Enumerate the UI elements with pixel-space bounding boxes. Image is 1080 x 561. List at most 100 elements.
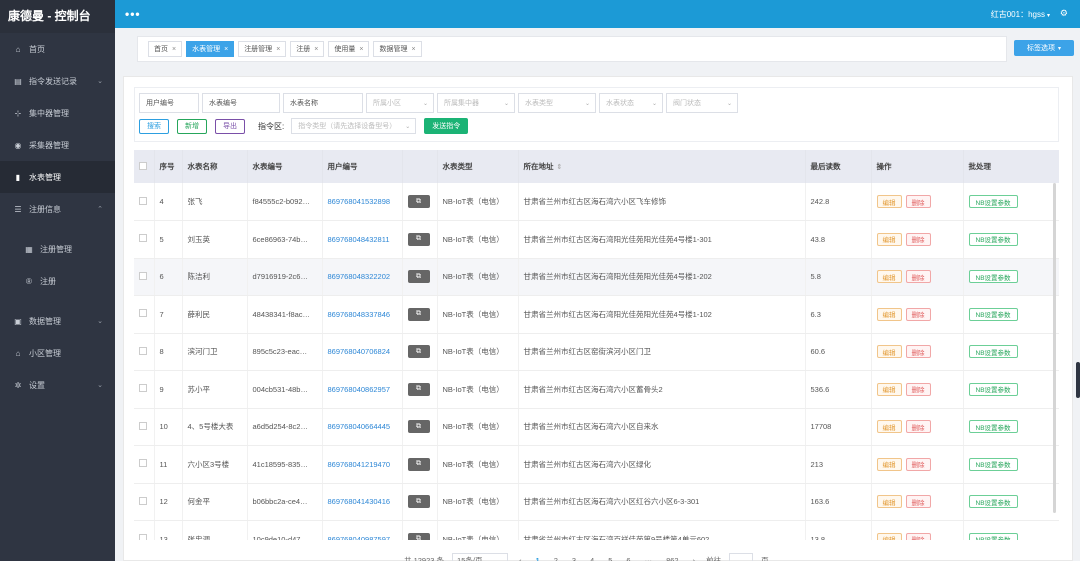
user-no-link[interactable]: 869768048337846 (328, 310, 391, 319)
page-number[interactable]: ··· (642, 556, 656, 561)
checkbox[interactable] (139, 384, 147, 393)
page-number[interactable]: 1 (533, 556, 543, 561)
delete-button[interactable]: 删除 (905, 382, 931, 396)
delete-button[interactable]: 删除 (905, 345, 931, 359)
page-number[interactable]: 5 (605, 556, 615, 561)
edit-button[interactable]: 编辑 (876, 232, 902, 246)
command-select[interactable]: 指令类型（请先选择设备型号） ⌄ (291, 118, 417, 134)
close-icon[interactable]: × (314, 46, 318, 53)
checkbox[interactable] (139, 346, 147, 355)
nb-settings-button[interactable]: NB设置参数 (968, 270, 1018, 284)
filter-field-3[interactable]: 所属小区 ⌄ (366, 93, 434, 113)
edit-button[interactable]: 编辑 (876, 495, 902, 509)
sidebar-item-8[interactable]: ▣ 数据管理 ⌄ (0, 305, 115, 337)
copy-icon[interactable]: ⧉ (407, 270, 430, 284)
select-all-checkbox[interactable] (134, 150, 155, 183)
menu-toggle-icon[interactable]: ••• (125, 7, 141, 21)
tab-3[interactable]: 注册 × (290, 41, 325, 57)
tab-1[interactable]: 水表管理 × (186, 41, 235, 57)
filter-field-5[interactable]: 水表类型 ⌄ (518, 93, 596, 113)
close-icon[interactable]: × (172, 46, 176, 53)
nb-settings-button[interactable]: NB设置参数 (968, 457, 1018, 471)
user-menu[interactable]: 红古001：hgss ▾ (991, 9, 1050, 20)
row-checkbox[interactable] (134, 220, 155, 259)
filter-field-1[interactable]: 水表编号 (202, 93, 280, 113)
checkbox[interactable] (139, 234, 147, 243)
sidebar-item-6[interactable]: ▦ 注册管理 (0, 233, 115, 265)
table-scrollbar[interactable] (1053, 183, 1056, 513)
user-no-link[interactable]: 869768040987597 (328, 535, 391, 540)
add-button[interactable]: 新增 (177, 118, 207, 134)
delete-button[interactable]: 删除 (905, 232, 931, 246)
delete-button[interactable]: 删除 (905, 195, 931, 208)
row-checkbox[interactable] (134, 520, 155, 540)
next-page-button[interactable]: › (690, 556, 699, 561)
edit-button[interactable]: 编辑 (876, 345, 902, 359)
copy-icon[interactable]: ⧉ (407, 457, 430, 471)
sort-icon[interactable]: ⇕ (557, 164, 563, 171)
sidebar-item-9[interactable]: ⌂ 小区管理 (0, 337, 115, 369)
sidebar-item-7[interactable]: ® 注册 (0, 265, 115, 297)
edit-button[interactable]: 编辑 (876, 420, 902, 434)
filter-field-7[interactable]: 阀门状态 ⌄ (666, 93, 738, 113)
nb-settings-button[interactable]: NB设置参数 (968, 195, 1018, 208)
delete-button[interactable]: 删除 (905, 532, 931, 540)
delete-button[interactable]: 删除 (905, 420, 931, 434)
user-no-link[interactable]: 869768048322202 (328, 272, 391, 281)
prev-page-button[interactable]: ‹ (516, 556, 525, 561)
close-icon[interactable]: × (224, 46, 228, 53)
filter-field-2[interactable]: 水表名称 (283, 93, 363, 113)
goto-input[interactable] (729, 553, 754, 561)
row-checkbox[interactable] (134, 295, 155, 334)
edit-button[interactable]: 编辑 (876, 270, 902, 284)
copy-icon[interactable]: ⧉ (407, 495, 430, 509)
col-header-address[interactable]: 所在地址 ⇕ (518, 150, 806, 183)
side-drawer-handle[interactable] (1076, 362, 1080, 398)
sidebar-item-4[interactable]: ▮ 水表管理 (0, 161, 115, 193)
checkbox[interactable] (139, 196, 147, 205)
tab-4[interactable]: 使用量 × (328, 41, 370, 57)
filter-field-4[interactable]: 所属集中器 ⌄ (437, 93, 515, 113)
user-no-link[interactable]: 869768040664445 (328, 422, 391, 431)
user-no-link[interactable]: 869768040706824 (328, 347, 391, 356)
delete-button[interactable]: 删除 (905, 307, 931, 321)
row-checkbox[interactable] (134, 483, 155, 521)
close-icon[interactable]: × (359, 46, 363, 53)
nb-settings-button[interactable]: NB设置参数 (968, 382, 1018, 396)
checkbox[interactable] (139, 421, 147, 430)
page-number[interactable]: 3 (569, 556, 579, 561)
delete-button[interactable]: 删除 (905, 495, 931, 509)
user-no-link[interactable]: 869768041430416 (328, 497, 391, 506)
delete-button[interactable]: 删除 (905, 457, 931, 471)
search-button[interactable]: 搜索 (139, 118, 169, 134)
delete-button[interactable]: 删除 (905, 270, 931, 284)
copy-icon[interactable]: ⧉ (407, 345, 430, 359)
sidebar-item-10[interactable]: ✲ 设置 ⌄ (0, 369, 115, 401)
nb-settings-button[interactable]: NB设置参数 (968, 345, 1018, 359)
user-no-link[interactable]: 869768041219470 (328, 460, 391, 469)
row-checkbox[interactable] (134, 258, 155, 296)
page-number[interactable]: 6 (623, 556, 633, 561)
export-button[interactable]: 导出 (215, 118, 245, 134)
nb-settings-button[interactable]: NB设置参数 (968, 495, 1018, 509)
copy-icon[interactable]: ⧉ (407, 382, 430, 396)
checkbox[interactable] (139, 534, 147, 540)
send-command-button[interactable]: 发送指令 (424, 118, 469, 134)
tab-5[interactable]: 数据管理 × (373, 41, 422, 57)
edit-button[interactable]: 编辑 (876, 382, 902, 396)
sidebar-item-2[interactable]: ⊹ 集中器管理 (0, 97, 115, 129)
user-no-link[interactable]: 869768041532898 (328, 197, 391, 206)
tag-options-button[interactable]: 标签选项 ▾ (1014, 40, 1074, 56)
page-number[interactable]: 862 (663, 556, 682, 561)
copy-icon[interactable]: ⧉ (407, 420, 430, 434)
sidebar-item-0[interactable]: ⌂ 首页 (0, 33, 115, 65)
user-no-link[interactable]: 869768048432811 (328, 235, 390, 244)
user-no-link[interactable]: 869768040862957 (328, 385, 391, 394)
page-size-select[interactable]: 15条/页 (452, 553, 509, 561)
tab-0[interactable]: 首页 × (148, 41, 183, 57)
sidebar-item-1[interactable]: ▤ 指令发送记录 ⌄ (0, 65, 115, 97)
row-checkbox[interactable] (134, 183, 155, 221)
edit-button[interactable]: 编辑 (876, 307, 902, 321)
checkbox[interactable] (139, 271, 147, 280)
close-icon[interactable]: × (411, 46, 415, 53)
